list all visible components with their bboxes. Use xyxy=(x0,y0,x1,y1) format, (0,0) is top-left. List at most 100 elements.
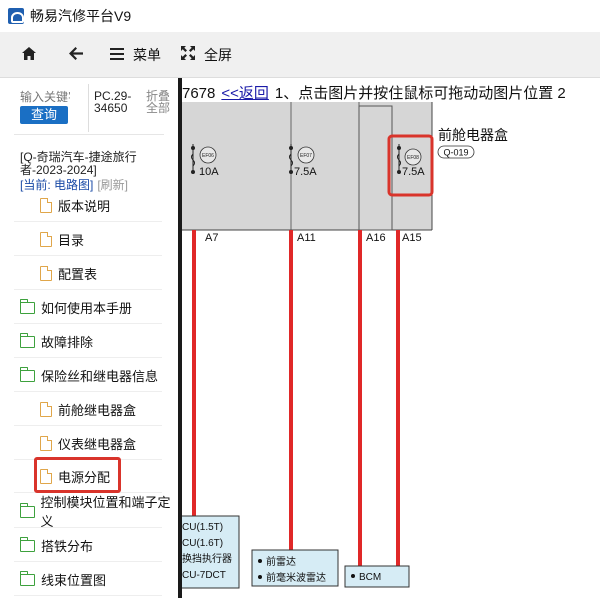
window-title: 畅易汽修平台V9 xyxy=(30,8,132,24)
folder-icon xyxy=(20,571,35,586)
wire-a16 xyxy=(358,230,362,566)
tree-item-label: 如何使用本手册 xyxy=(41,300,133,316)
tree-folder-item[interactable]: 搭铁分布 xyxy=(20,530,93,560)
home-icon xyxy=(22,46,36,63)
tree-folder-item[interactable]: 控制模块位置和端子定义 xyxy=(20,495,178,529)
instruction-text: 1、点击图片并按住鼠标可拖动动图片位置 2 xyxy=(274,85,566,102)
vehicle-title: [Q-奇瑞汽车-捷途旅行者-2023-2024] xyxy=(20,150,137,177)
wire-a11 xyxy=(289,230,293,550)
fuse-id: EF08 xyxy=(407,155,419,161)
wire-a15 xyxy=(396,230,400,566)
module-box-left: CU(1.5T) CU(1.6T) 换挡执行器 CU-7DCT xyxy=(179,515,240,589)
wiring-diagram[interactable]: EF06 10A EF07 7.5A EF08 7.5A 前舱电器盒 Q-019… xyxy=(178,78,600,598)
row-divider xyxy=(14,221,162,222)
fuse-terminal xyxy=(191,146,195,150)
menu-button[interactable]: 菜单 xyxy=(110,45,161,65)
fuse-terminal xyxy=(397,170,401,174)
row-divider xyxy=(14,323,162,324)
row-divider xyxy=(14,561,162,562)
fuse-terminal xyxy=(289,146,293,150)
tree-doc-item[interactable]: 仪表继电器盒 xyxy=(40,428,136,458)
tree-folder-item[interactable]: 故障排除 xyxy=(20,326,93,356)
toolbar: 菜单 全屏 xyxy=(0,32,600,78)
tree-item-label: 搭铁分布 xyxy=(41,538,94,554)
fuse-box-title: 前舱电器盒 xyxy=(438,127,508,143)
fuse-terminal xyxy=(397,146,401,150)
module-label: 前毫米波雷达 xyxy=(266,571,326,584)
back-link[interactable]: <<返回 xyxy=(221,85,269,102)
search-input[interactable] xyxy=(20,90,70,104)
pin-label: A15 xyxy=(402,232,422,244)
folder-icon xyxy=(20,537,35,552)
folder-icon xyxy=(20,367,35,382)
module-label: 前雷达 xyxy=(266,555,296,568)
left-panel: 查询 PC.29-34650 折叠全部 [Q-奇瑞汽车-捷途旅行者-2023-2… xyxy=(0,78,178,598)
fuse-id: EF07 xyxy=(300,153,312,159)
tree-item-label: 目录 xyxy=(58,232,85,248)
a16-region xyxy=(358,105,393,231)
pin-label: A11 xyxy=(297,232,316,244)
tree-item-label: 前舱继电器盒 xyxy=(58,402,137,418)
row-divider xyxy=(14,527,162,528)
tree-doc-item[interactable]: 前舱继电器盒 xyxy=(40,394,136,424)
divider xyxy=(14,134,164,135)
query-button[interactable]: 查询 xyxy=(20,106,68,124)
wire-a7 xyxy=(192,230,196,516)
collapse-all-link[interactable]: 折叠全部 xyxy=(146,90,176,114)
document-icon xyxy=(40,265,52,281)
row-divider xyxy=(14,595,162,596)
tree-doc-item[interactable]: 版本说明 xyxy=(40,190,110,220)
tree-folder-item[interactable]: 线束位置图 xyxy=(20,564,106,594)
row-divider xyxy=(14,289,162,290)
document-icon xyxy=(40,231,52,247)
splitter[interactable] xyxy=(178,78,182,598)
module-label: BCM xyxy=(359,572,381,583)
tree-item-label: 控制模块位置和端子定义 xyxy=(40,495,171,529)
folder-icon xyxy=(20,333,35,348)
document-icon xyxy=(40,197,52,213)
fuse-rating: 10A xyxy=(199,166,219,178)
module-box-middle: 前雷达 前毫米波雷达 xyxy=(251,549,339,587)
row-divider xyxy=(14,255,162,256)
row-divider xyxy=(14,425,162,426)
app-logo-icon xyxy=(8,8,24,24)
menu-icon xyxy=(110,47,124,63)
tree-item-label: 仪表继电器盒 xyxy=(58,436,137,452)
title-bar: 畅易汽修平台V9 xyxy=(0,0,600,32)
fuse-id: EF06 xyxy=(202,153,214,159)
tree-folder-item[interactable]: 保险丝和继电器信息 xyxy=(20,360,158,390)
tree-item-label: 线束位置图 xyxy=(41,572,107,588)
row-divider xyxy=(14,357,162,358)
home-button[interactable] xyxy=(22,46,45,63)
module-label: CU-7DCT xyxy=(182,570,226,581)
tree-folder-item[interactable]: 如何使用本手册 xyxy=(20,292,132,322)
diagram-area[interactable]: EF06 10A EF07 7.5A EF08 7.5A 前舱电器盒 Q-019… xyxy=(178,78,600,598)
tree-doc-item[interactable]: 目录 xyxy=(40,224,84,254)
back-button[interactable] xyxy=(69,46,92,63)
fuse-box-code: Q-019 xyxy=(443,148,468,158)
row-divider xyxy=(14,391,162,392)
folder-icon xyxy=(20,503,35,518)
page-number: 7678 xyxy=(182,85,216,102)
pin-label: A16 xyxy=(366,232,386,244)
fullscreen-button[interactable]: 全屏 xyxy=(181,45,232,65)
tree-item-label: 保险丝和继电器信息 xyxy=(41,368,159,384)
fuse-terminal xyxy=(191,170,195,174)
tree-item-label: 版本说明 xyxy=(58,198,111,214)
document-icon xyxy=(40,401,52,417)
menu-label: 菜单 xyxy=(133,46,161,63)
fuse-terminal xyxy=(289,170,293,174)
fullscreen-icon xyxy=(181,46,195,63)
arrow-left-icon xyxy=(69,46,83,63)
divider xyxy=(88,84,89,132)
module-label: 换挡执行器 xyxy=(182,552,232,565)
module-label: CU(1.5T) xyxy=(182,522,223,533)
module-box-bcm: BCM xyxy=(344,565,410,588)
document-icon xyxy=(40,435,52,451)
pc-code: PC.29-34650 xyxy=(94,89,132,115)
fuse-rating: 7.5A xyxy=(402,166,425,178)
pin-label: A7 xyxy=(205,232,218,244)
fullscreen-label: 全屏 xyxy=(204,46,232,63)
tree-item-label: 故障排除 xyxy=(41,334,94,350)
tree-doc-item[interactable]: 配置表 xyxy=(40,258,97,288)
